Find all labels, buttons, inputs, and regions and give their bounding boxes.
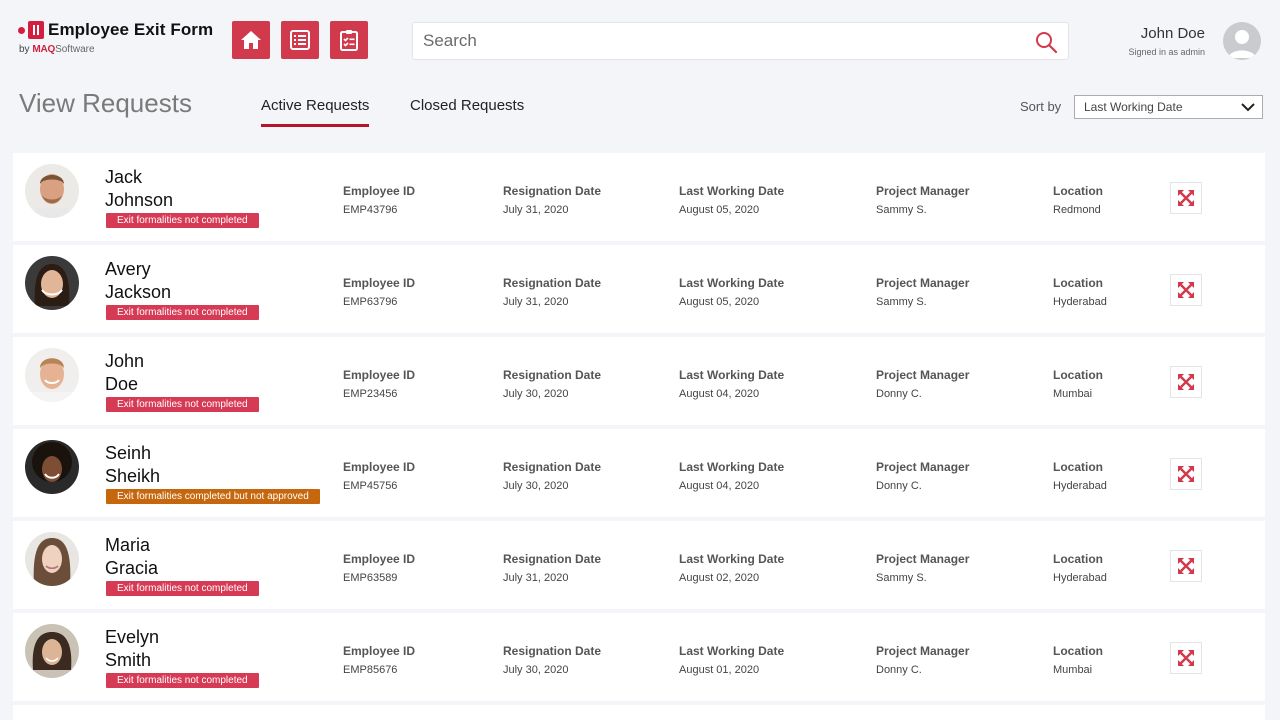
employee-photo [25,624,79,678]
last-working-date-field: Last Working Date August 05, 2020 [679,276,785,308]
expand-button[interactable] [1170,642,1202,674]
brand-name: MAQ [32,44,56,55]
expand-icon [1178,190,1194,206]
expand-button[interactable] [1170,274,1202,306]
status-badge: Exit formalities not completed [106,673,259,688]
employee-name: Maria Gracia [105,535,159,578]
chevron-down-icon [1241,103,1255,112]
last-working-date-field: Last Working Date August 04, 2020 [679,368,785,400]
employee-id-field: Employee ID EMP45756 [343,460,416,492]
app-byline: by MAQSoftware [19,44,95,55]
user-avatar[interactable] [1223,22,1261,60]
request-row[interactable]: Jack Johnson Exit formalities not complet… [13,153,1265,241]
list-button[interactable] [281,21,319,59]
list-icon [290,30,310,50]
status-badge: Exit formalities not completed [106,213,259,228]
expand-button[interactable] [1170,550,1202,582]
location-field: Location Hyderabad [1053,460,1107,492]
user-placeholder-icon [1228,30,1256,58]
request-row-partial [13,705,1265,720]
project-manager-field: Project Manager Donny C. [876,644,970,676]
page-title: View Requests [19,88,192,118]
request-list: Jack Johnson Exit formalities not complet… [13,153,1265,720]
expand-icon [1178,558,1194,574]
project-manager-field: Project Manager Sammy S. [876,552,970,584]
location-field: Location Mumbai [1053,644,1103,676]
app-logo: Employee Exit Form by MAQSoftware [18,20,213,55]
status-badge: Exit formalities completed but not appro… [106,489,320,504]
project-manager-field: Project Manager Sammy S. [876,184,970,216]
project-manager-field: Project Manager Sammy S. [876,276,970,308]
employee-id-field: Employee ID EMP23456 [343,368,416,400]
sort-selected-value: Last Working Date [1084,100,1183,114]
search-box [412,22,1069,60]
request-row[interactable]: Maria Gracia Exit formalities not complet… [13,521,1265,609]
employee-photo [25,440,79,494]
employee-name: Jack Johnson [105,167,174,210]
expand-button[interactable] [1170,458,1202,490]
employee-id-field: Employee ID EMP43796 [343,184,416,216]
expand-icon [1178,374,1194,390]
resignation-date-field: Resignation Date July 31, 2020 [503,552,602,584]
expand-icon [1178,282,1194,298]
last-working-date-field: Last Working Date August 05, 2020 [679,184,785,216]
clipboard-check-icon [340,30,358,51]
home-icon [241,31,261,49]
status-badge: Exit formalities not completed [106,581,259,596]
employee-photo [25,256,79,310]
employee-name: Evelyn Smith [105,627,160,670]
employee-photo [25,532,79,586]
location-field: Location Hyderabad [1053,552,1107,584]
last-working-date-field: Last Working Date August 04, 2020 [679,460,785,492]
expand-icon [1178,466,1194,482]
employee-id-field: Employee ID EMP63796 [343,276,416,308]
last-working-date-field: Last Working Date August 02, 2020 [679,552,785,584]
tab-closed-requests[interactable]: Closed Requests [410,97,524,124]
last-working-date-field: Last Working Date August 01, 2020 [679,644,785,676]
project-manager-field: Project Manager Donny C. [876,368,970,400]
resignation-date-field: Resignation Date July 30, 2020 [503,368,602,400]
status-badge: Exit formalities not completed [106,305,259,320]
checklist-button[interactable] [330,21,368,59]
request-row[interactable]: Evelyn Smith Exit formalities not complet… [13,613,1265,701]
employee-photo [25,164,79,218]
resignation-date-field: Resignation Date July 31, 2020 [503,276,602,308]
employee-name: John Doe [105,351,145,394]
maq-logo-icon [18,21,44,39]
expand-button[interactable] [1170,182,1202,214]
project-manager-field: Project Manager Donny C. [876,460,970,492]
employee-photo [25,348,79,402]
expand-button[interactable] [1170,366,1202,398]
location-field: Location Redmond [1053,184,1103,216]
employee-id-field: Employee ID EMP63589 [343,552,416,584]
expand-icon [1178,650,1194,666]
user-name: John Doe [1140,25,1205,42]
tab-active-requests[interactable]: Active Requests [261,97,370,127]
status-badge: Exit formalities not completed [106,397,259,412]
location-field: Location Hyderabad [1053,276,1107,308]
resignation-date-field: Resignation Date July 30, 2020 [503,460,602,492]
employee-id-field: Employee ID EMP85676 [343,644,416,676]
sort-label: Sort by [1020,99,1062,114]
resignation-date-field: Resignation Date July 31, 2020 [503,184,602,216]
employee-name: Avery Jackson [105,259,172,302]
request-row[interactable]: Seinh Sheikh Exit formalities completed b… [13,429,1265,517]
employee-name: Seinh Sheikh [105,443,161,486]
app-title: Employee Exit Form [48,20,214,39]
request-row[interactable]: John Doe Exit formalities not completed E… [13,337,1265,425]
search-icon[interactable] [1034,30,1058,54]
home-button[interactable] [232,21,270,59]
resignation-date-field: Resignation Date July 30, 2020 [503,644,602,676]
sort-dropdown[interactable]: Last Working Date [1074,95,1263,119]
user-info: John Doe Signed in as admin [1128,25,1205,57]
search-input[interactable] [413,23,1013,59]
request-row[interactable]: Avery Jackson Exit formalities not comple… [13,245,1265,333]
user-role: Signed in as admin [1128,47,1205,57]
location-field: Location Mumbai [1053,368,1103,400]
